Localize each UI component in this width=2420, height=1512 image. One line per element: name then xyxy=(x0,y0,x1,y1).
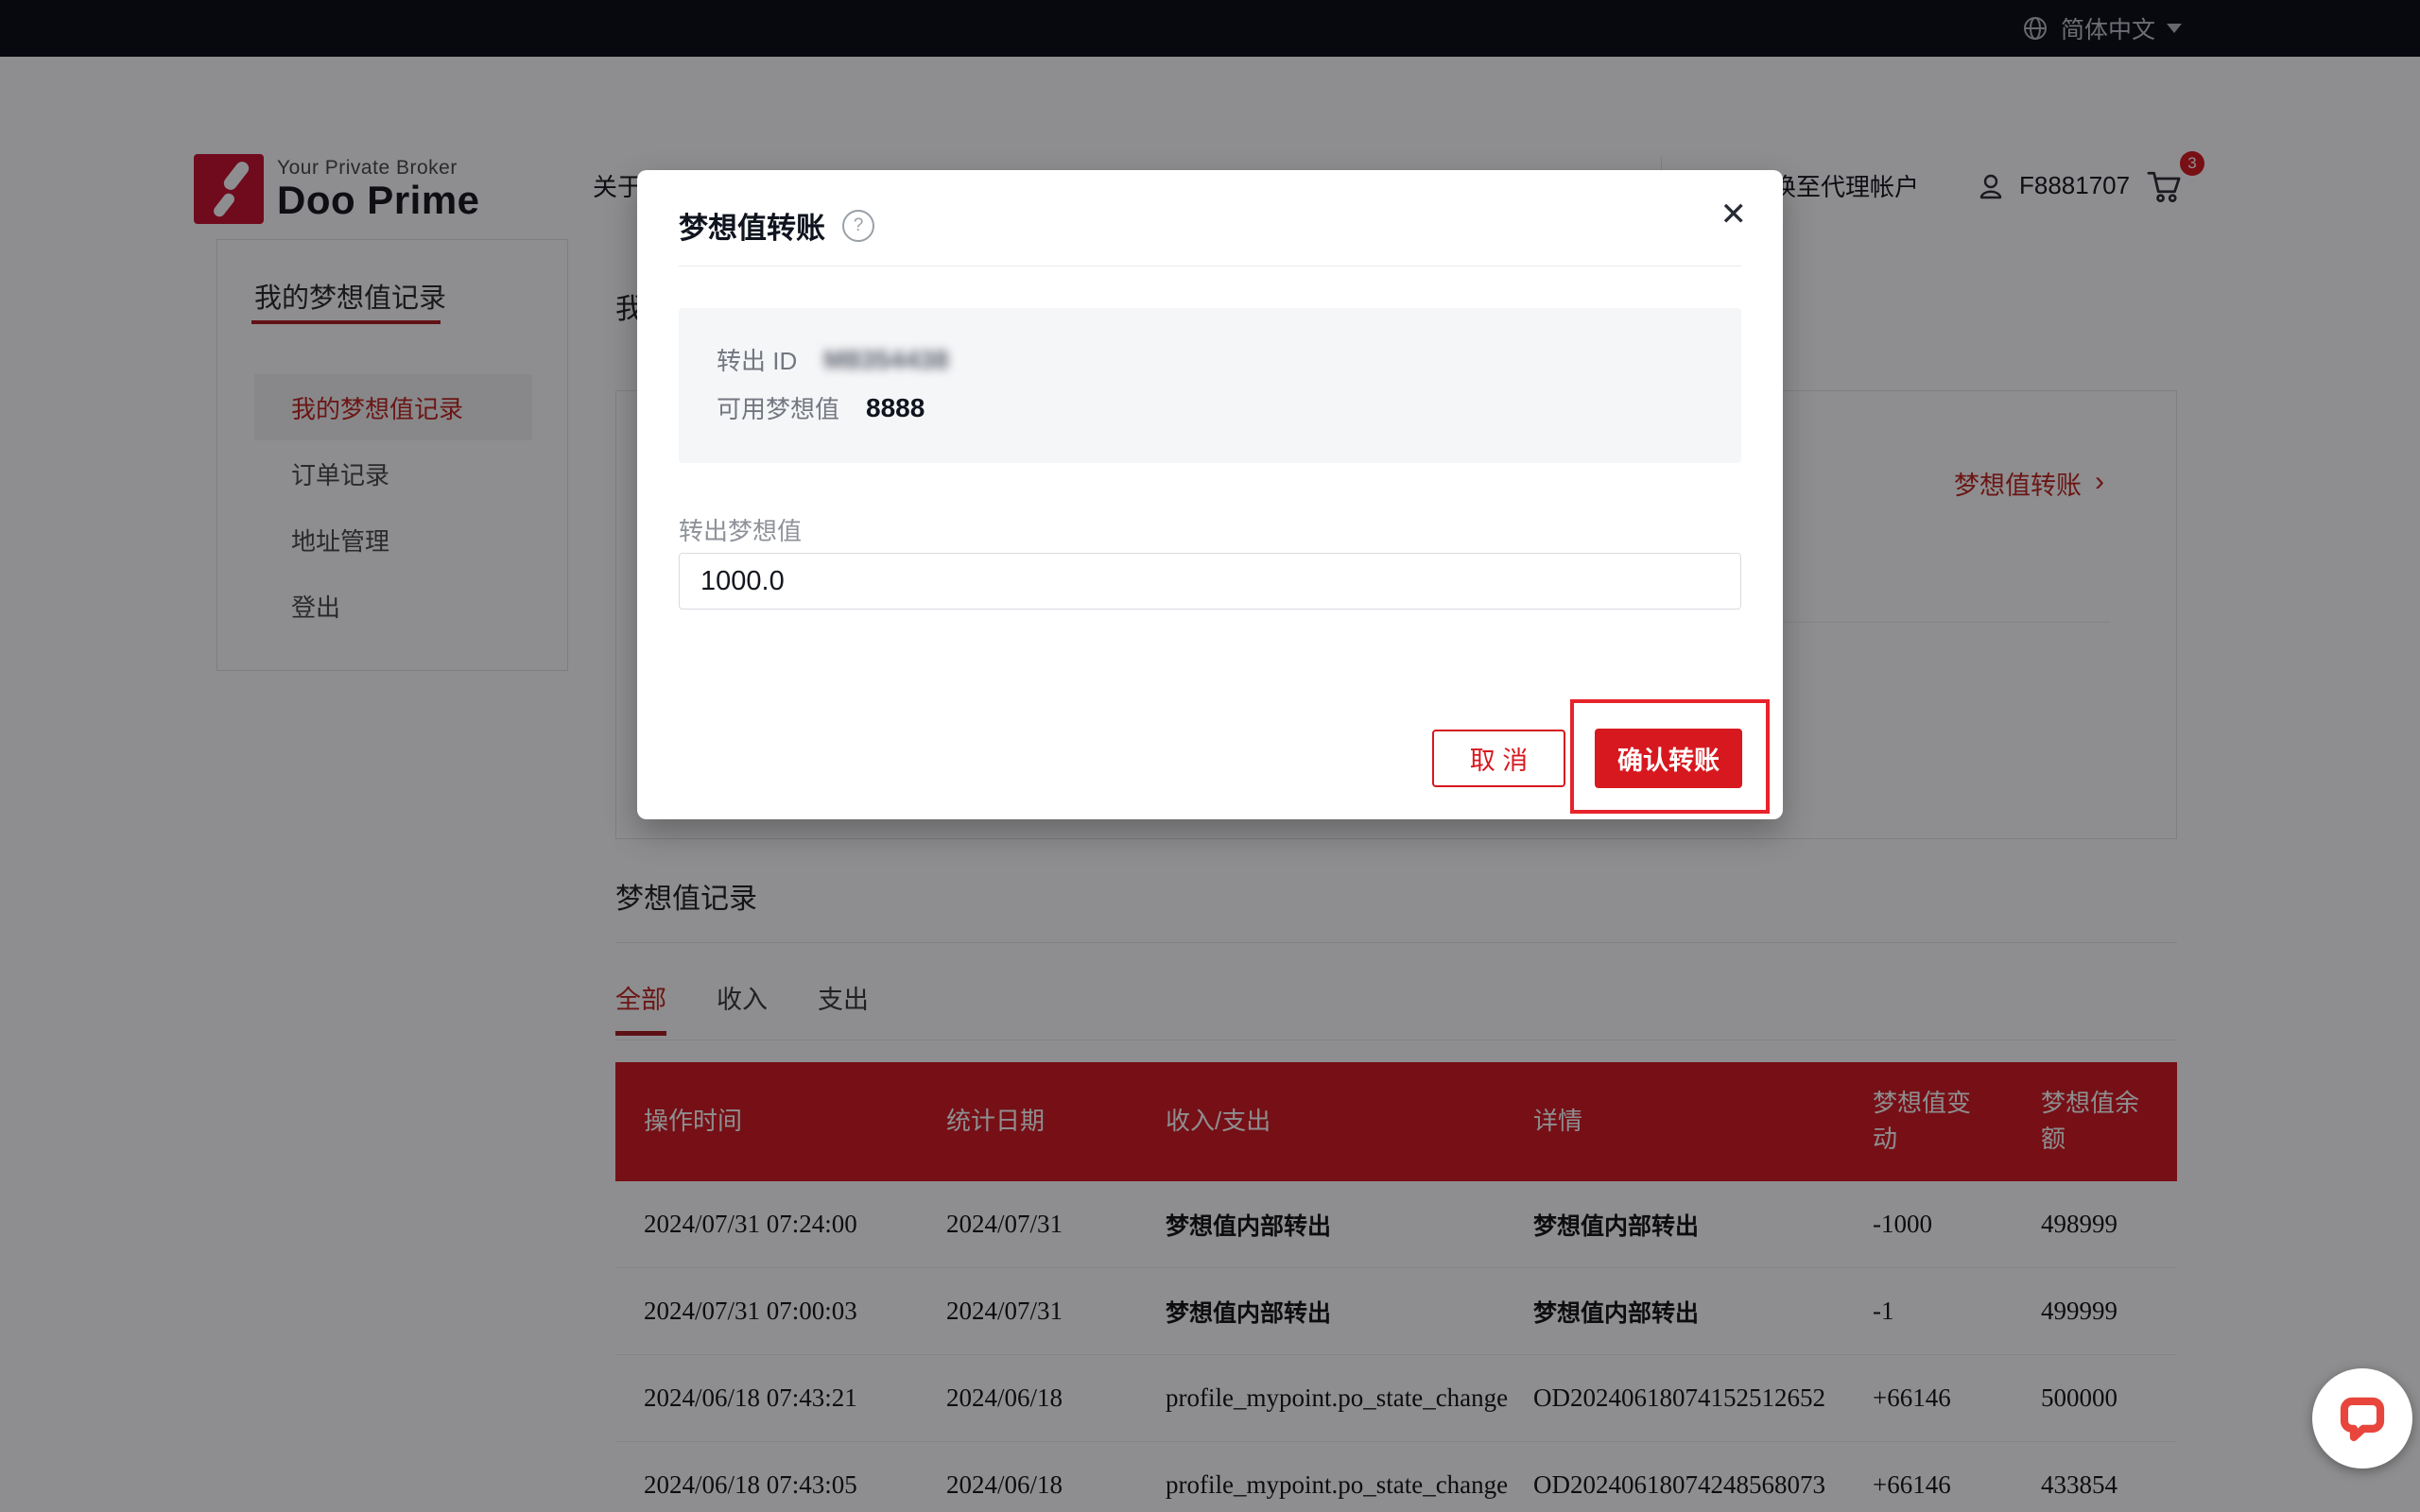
screen: 简体中文 Your Private Broker Doo Prime 关于理想家… xyxy=(0,0,2420,1512)
close-icon[interactable]: ✕ xyxy=(1720,198,1748,231)
annotation-highlight-box xyxy=(1570,699,1770,814)
transfer-id-label: 转出 ID xyxy=(717,342,797,377)
transfer-amount-label: 转出梦想值 xyxy=(679,512,802,547)
available-dream-value-label: 可用梦想值 xyxy=(717,390,839,425)
chat-bubble-icon xyxy=(2335,1391,2390,1446)
transfer-info-box: 转出 ID M8354438 可用梦想值 8888 xyxy=(679,308,1741,463)
cancel-button[interactable]: 取 消 xyxy=(1432,730,1565,787)
available-dream-value: 8888 xyxy=(866,393,925,423)
modal-title: 梦想值转账 ? xyxy=(679,204,874,247)
transfer-id-value: M8354438 xyxy=(823,345,948,375)
help-icon[interactable]: ? xyxy=(842,210,874,242)
transfer-amount-input[interactable] xyxy=(679,553,1741,610)
live-chat-button[interactable] xyxy=(2312,1368,2412,1469)
